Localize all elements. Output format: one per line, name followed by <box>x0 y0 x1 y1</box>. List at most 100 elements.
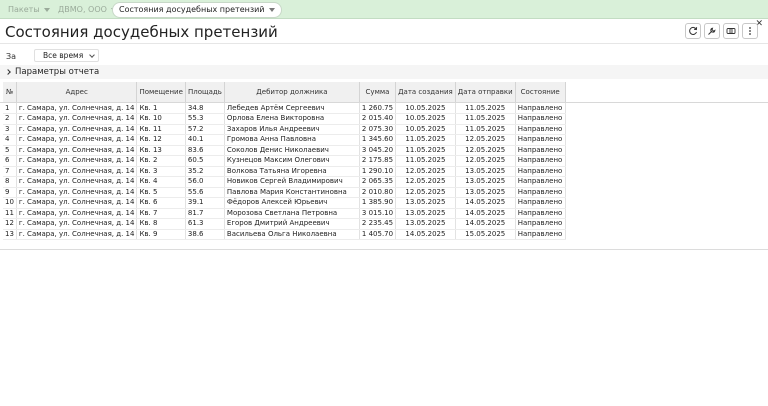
cell-sent: 14.05.2025 <box>455 208 516 219</box>
caret-down-icon <box>43 8 50 12</box>
cell-premises: Кв. 1 <box>136 103 186 114</box>
table-row[interactable]: 6 г. Самара, ул. Солнечная, д. 14 Кв. 2 60.… <box>3 155 566 167</box>
copy-button[interactable] <box>723 23 739 39</box>
cell-area: 38.6 <box>185 229 225 240</box>
cell-debtor: Морозова Светлана Петровна <box>224 208 360 219</box>
cell-address: г. Самара, ул. Солнечная, д. 14 <box>16 113 138 125</box>
cell-premises: Кв. 5 <box>136 187 186 198</box>
refresh-button[interactable] <box>685 23 701 39</box>
header-divider <box>0 102 768 103</box>
cell-premises: Кв. 9 <box>136 229 186 240</box>
cell-address: г. Самара, ул. Солнечная, д. 14 <box>16 208 138 219</box>
cell-debtor: Кузнецов Максим Олегович <box>224 155 360 167</box>
col-header-address[interactable]: Адрес <box>16 82 138 103</box>
cell-number: 5 <box>3 145 17 156</box>
col-header-amount[interactable]: Сумма <box>359 82 397 103</box>
claims-table: № Адрес Помещение Площадь Дебитор должни… <box>3 82 566 240</box>
table-row[interactable]: 7 г. Самара, ул. Солнечная, д. 14 Кв. 3 35.… <box>3 166 566 177</box>
tab-label: Пакеты <box>8 5 40 14</box>
tab-bar: Пакеты ДВМО, ООО Состояния досудебных пр… <box>0 0 768 19</box>
report-params-toggle[interactable]: Параметры отчета <box>5 67 99 77</box>
cell-created: 12.05.2025 <box>395 166 456 177</box>
cell-premises: Кв. 4 <box>136 176 186 188</box>
cell-debtor: Громова Анна Павловна <box>224 134 360 146</box>
params-row-bg <box>0 65 768 79</box>
tab-label: ДВМО, ООО <box>58 5 107 14</box>
cell-premises: Кв. 2 <box>136 155 186 167</box>
cell-amount: 1 405.70 <box>359 229 397 240</box>
cell-status: Направлено <box>515 208 566 219</box>
cell-created: 10.05.2025 <box>395 113 456 125</box>
table-row[interactable]: 2 г. Самара, ул. Солнечная, д. 14 Кв. 10 55… <box>3 113 566 125</box>
table-row[interactable]: 11 г. Самара, ул. Солнечная, д. 14 Кв. 7 81… <box>3 208 566 219</box>
tab-packages[interactable]: Пакеты <box>8 3 50 17</box>
cell-area: 57.2 <box>185 124 225 135</box>
tab-pretrial-claims[interactable]: Состояния досудебных претензий <box>112 2 282 18</box>
table-row[interactable]: 4 г. Самара, ул. Солнечная, д. 14 Кв. 12 40… <box>3 134 566 146</box>
cell-debtor: Егоров Дмитрий Андреевич <box>224 218 360 230</box>
cell-created: 10.05.2025 <box>395 103 456 114</box>
table-bottom-divider <box>0 249 768 250</box>
cell-status: Направлено <box>515 113 566 125</box>
cell-sent: 12.05.2025 <box>455 155 516 167</box>
toolbar <box>685 23 758 39</box>
cell-address: г. Самара, ул. Солнечная, д. 14 <box>16 229 138 240</box>
cell-created: 10.05.2025 <box>395 124 456 135</box>
cell-status: Направлено <box>515 197 566 209</box>
col-header-premises[interactable]: Помещение <box>136 82 186 103</box>
cell-created: 11.05.2025 <box>395 134 456 146</box>
cell-premises: Кв. 3 <box>136 166 186 177</box>
cell-status: Направлено <box>515 218 566 230</box>
table-row[interactable]: 12 г. Самара, ул. Солнечная, д. 14 Кв. 8 61… <box>3 218 566 230</box>
cell-created: 14.05.2025 <box>395 229 456 240</box>
tab-company[interactable]: ДВМО, ООО <box>58 3 117 17</box>
cell-sent: 15.05.2025 <box>455 229 516 240</box>
table-row[interactable]: 1 г. Самара, ул. Солнечная, д. 14 Кв. 1 34.… <box>3 103 566 114</box>
col-header-area[interactable]: Площадь <box>185 82 225 103</box>
table-row[interactable]: 13 г. Самара, ул. Солнечная, д. 14 Кв. 9 38… <box>3 229 566 240</box>
table-row[interactable]: 3 г. Самара, ул. Солнечная, д. 14 Кв. 11 57… <box>3 124 566 135</box>
cell-area: 60.5 <box>185 155 225 167</box>
table-row[interactable]: 8 г. Самара, ул. Солнечная, д. 14 Кв. 4 56.… <box>3 176 566 188</box>
col-header-number[interactable]: № <box>3 82 17 103</box>
table-row[interactable]: 5 г. Самара, ул. Солнечная, д. 14 Кв. 13 83… <box>3 145 566 156</box>
cell-number: 6 <box>3 155 17 167</box>
cell-number: 3 <box>3 124 17 135</box>
cell-debtor: Новиков Сергей Владимирович <box>224 176 360 188</box>
cell-number: 9 <box>3 187 17 198</box>
cell-address: г. Самара, ул. Солнечная, д. 14 <box>16 145 138 156</box>
table-row[interactable]: 9 г. Самара, ул. Солнечная, д. 14 Кв. 5 55.… <box>3 187 566 198</box>
cell-number: 7 <box>3 166 17 177</box>
cell-created: 12.05.2025 <box>395 187 456 198</box>
cell-number: 12 <box>3 218 17 230</box>
col-header-created[interactable]: Дата создания <box>395 82 456 103</box>
table-row[interactable]: 10 г. Самара, ул. Солнечная, д. 14 Кв. 6 39… <box>3 197 566 209</box>
cell-status: Направлено <box>515 103 566 114</box>
cell-amount: 2 065.35 <box>359 176 397 188</box>
cell-sent: 13.05.2025 <box>455 176 516 188</box>
caret-down-icon <box>268 8 275 12</box>
cell-address: г. Самара, ул. Солнечная, д. 14 <box>16 197 138 209</box>
settings-button[interactable] <box>704 23 720 39</box>
cell-status: Направлено <box>515 155 566 167</box>
chevron-right-icon <box>5 69 11 75</box>
cell-number: 13 <box>3 229 17 240</box>
cell-amount: 1 345.60 <box>359 134 397 146</box>
col-header-debtor[interactable]: Дебитор должника <box>224 82 360 103</box>
cell-amount: 1 385.90 <box>359 197 397 209</box>
col-header-sent[interactable]: Дата отправки <box>455 82 516 103</box>
cell-sent: 13.05.2025 <box>455 166 516 177</box>
cell-amount: 2 235.45 <box>359 218 397 230</box>
cell-amount: 1 260.75 <box>359 103 397 114</box>
cell-created: 13.05.2025 <box>395 208 456 219</box>
col-header-status[interactable]: Состояние <box>515 82 566 103</box>
cell-sent: 13.05.2025 <box>455 187 516 198</box>
cell-number: 11 <box>3 208 17 219</box>
cell-amount: 2 175.85 <box>359 155 397 167</box>
cell-status: Направлено <box>515 134 566 146</box>
cell-status: Направлено <box>515 187 566 198</box>
cell-area: 55.6 <box>185 187 225 198</box>
more-button[interactable] <box>742 23 758 39</box>
cell-created: 13.05.2025 <box>395 218 456 230</box>
period-select[interactable]: Все время <box>34 49 99 62</box>
